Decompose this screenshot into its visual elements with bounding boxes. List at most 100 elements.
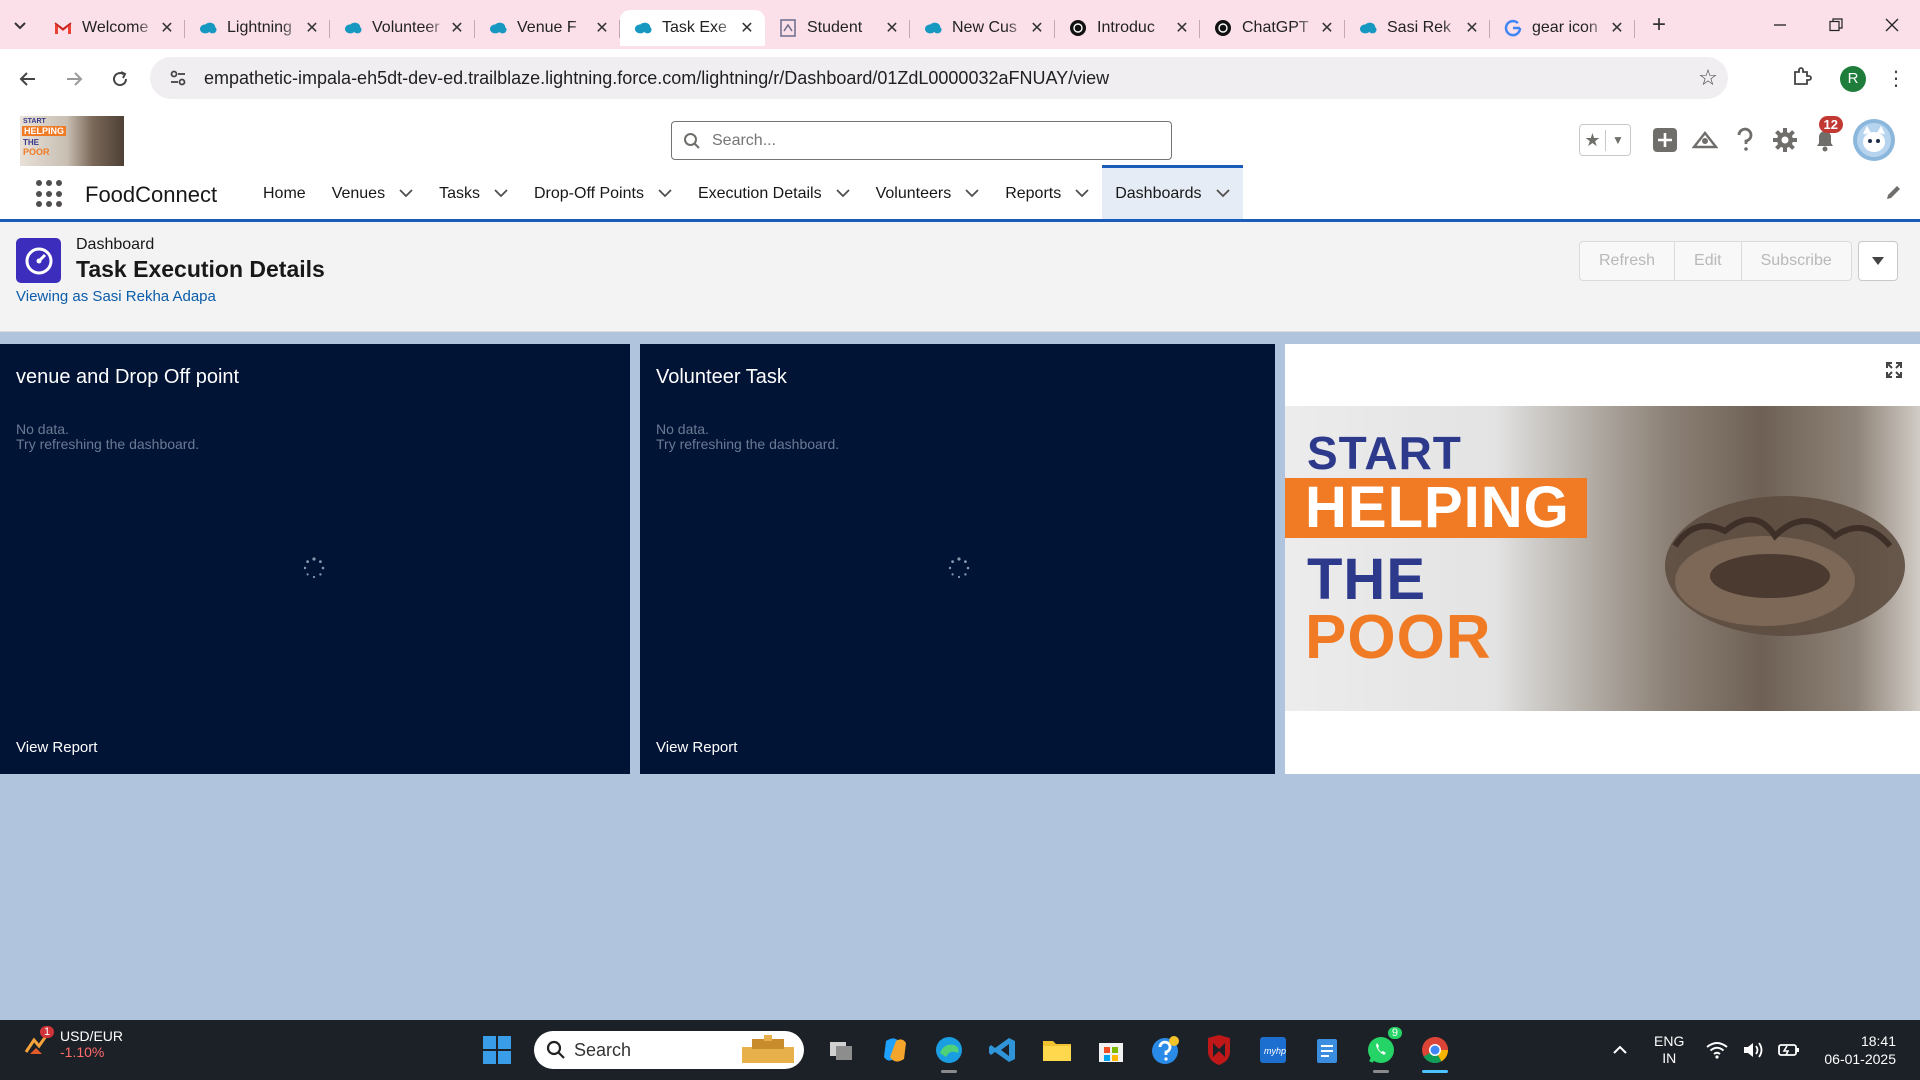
nav-item-dashboards[interactable]: Dashboards (1102, 165, 1243, 219)
vscode-button[interactable] (978, 1025, 1028, 1075)
new-tab-button[interactable]: + (1639, 11, 1679, 39)
close-tab-icon[interactable]: ✕ (449, 18, 465, 38)
close-tab-icon[interactable]: ✕ (1609, 18, 1625, 38)
start-button[interactable] (472, 1025, 522, 1075)
close-tab-icon[interactable]: ✕ (884, 18, 900, 38)
mcafee-button[interactable] (1194, 1025, 1244, 1075)
browser-tab[interactable]: Student ✕ (765, 10, 910, 46)
tab-search-button[interactable] (0, 0, 40, 49)
reload-button[interactable] (102, 61, 138, 97)
minimize-button[interactable] (1752, 0, 1808, 49)
task-view-button[interactable] (816, 1025, 866, 1075)
restore-button[interactable] (1808, 0, 1864, 49)
setup-button[interactable] (1765, 122, 1805, 158)
nav-item-venues[interactable]: Venues (319, 168, 426, 219)
favorites-button[interactable]: ★ ▼ (1579, 124, 1631, 156)
edge-button[interactable] (924, 1025, 974, 1075)
nav-item-drop-off-points[interactable]: Drop-Off Points (521, 168, 685, 219)
global-search[interactable] (671, 121, 1172, 160)
file-explorer-button[interactable] (1032, 1025, 1082, 1075)
chrome-button[interactable] (1410, 1025, 1460, 1075)
nav-item-label: Drop-Off Points (533, 184, 644, 202)
app-launcher-icon[interactable] (36, 180, 64, 208)
system-clock[interactable]: 18:41 06-01-2025 (1824, 1032, 1896, 1068)
input-language[interactable]: ENG IN (1654, 1033, 1684, 1067)
whatsapp-button[interactable]: 9 (1356, 1025, 1406, 1075)
edit-button[interactable]: Edit (1674, 241, 1742, 281)
chrome-icon (1422, 1037, 1449, 1064)
battery-icon[interactable] (1778, 1041, 1800, 1059)
browser-tab[interactable]: Welcome ✕ (40, 10, 185, 46)
viewing-as-link[interactable]: Viewing as Sasi Rekha Adapa (16, 288, 216, 305)
browser-tab[interactable]: Venue F ✕ (475, 10, 620, 46)
nav-item-reports[interactable]: Reports (992, 168, 1102, 219)
trailhead-button[interactable] (1685, 122, 1725, 158)
address-bar[interactable]: empathetic-impala-eh5dt-dev-ed.trailblaz… (150, 57, 1728, 99)
more-actions-button[interactable] (1857, 241, 1898, 281)
close-tab-icon[interactable]: ✕ (739, 18, 755, 38)
close-icon (1885, 18, 1899, 31)
nav-item-tasks[interactable]: Tasks (426, 168, 521, 219)
subscribe-button[interactable]: Subscribe (1740, 241, 1852, 281)
myhp-button[interactable]: myhp (1248, 1025, 1298, 1075)
forward-button[interactable] (56, 61, 92, 97)
view-report-link[interactable]: View Report (656, 739, 737, 756)
hidden-icons-button[interactable] (1612, 1045, 1628, 1055)
browser-tab-strip: Welcome ✕ Lightning ✕ Volunteer ✕ Venue F ✕ Task… (0, 0, 1920, 49)
taskbar-search[interactable]: Search (534, 1031, 804, 1069)
close-tab-icon[interactable]: ✕ (1464, 18, 1480, 38)
nav-item-execution-details[interactable]: Execution Details (685, 168, 863, 219)
browser-tab[interactable]: New Cus ✕ (910, 10, 1055, 46)
chevron-down-icon[interactable] (399, 189, 413, 198)
widgets-ticker[interactable]: 1 USD/EUR -1.10% (22, 1026, 123, 1060)
chevron-down-icon[interactable] (1215, 189, 1230, 198)
user-avatar[interactable] (1853, 119, 1895, 161)
star-icon[interactable]: ★ (1580, 129, 1606, 151)
chevron-down-icon[interactable] (965, 189, 979, 198)
widget-venue-dropoff: venue and Drop Off point No data. Try re… (0, 344, 630, 774)
bookmark-star-icon[interactable]: ☆ (1688, 65, 1728, 91)
chevron-down-icon[interactable] (658, 189, 672, 198)
refresh-button[interactable]: Refresh (1579, 241, 1676, 281)
close-tab-icon[interactable]: ✕ (304, 18, 320, 38)
chevron-down-icon[interactable] (835, 189, 850, 198)
close-window-button[interactable] (1864, 0, 1920, 49)
browser-tab[interactable]: ChatGPT ✕ (1200, 10, 1345, 46)
url-text[interactable]: empathetic-impala-eh5dt-dev-ed.trailblaz… (204, 68, 1688, 89)
close-tab-icon[interactable]: ✕ (159, 18, 175, 38)
microsoft-store-button[interactable] (1086, 1025, 1136, 1075)
extensions-icon[interactable] (1782, 65, 1822, 93)
browser-tab[interactable]: gear icon ✕ (1490, 10, 1635, 46)
close-tab-icon[interactable]: ✕ (1174, 18, 1190, 38)
browser-menu-icon[interactable]: ⋮ (1886, 66, 1906, 91)
browser-tab[interactable]: Task Exe ✕ (620, 9, 765, 46)
view-report-link[interactable]: View Report (16, 739, 97, 756)
close-tab-icon[interactable]: ✕ (1029, 18, 1045, 38)
browser-tab[interactable]: Introduc ✕ (1055, 10, 1200, 46)
notifications-button[interactable]: 12 (1805, 116, 1845, 158)
site-info-icon[interactable] (158, 68, 198, 88)
chevron-down-icon[interactable] (494, 189, 508, 198)
profile-avatar[interactable]: R (1840, 65, 1866, 92)
browser-tab[interactable]: Lightning ✕ (185, 10, 330, 46)
close-tab-icon[interactable]: ✕ (594, 18, 610, 38)
browser-tab[interactable]: Sasi Rek ✕ (1345, 10, 1490, 46)
get-help-button[interactable] (1140, 1025, 1190, 1075)
nav-item-volunteers[interactable]: Volunteers (863, 168, 993, 219)
volume-icon[interactable] (1742, 1041, 1764, 1059)
expand-icon[interactable] (1886, 362, 1902, 383)
copilot-button[interactable] (870, 1025, 920, 1075)
close-tab-icon[interactable]: ✕ (1319, 18, 1335, 38)
back-button[interactable] (10, 61, 46, 97)
notepad-button[interactable] (1302, 1025, 1352, 1075)
nav-item-home[interactable]: Home (250, 168, 319, 219)
help-button[interactable] (1725, 122, 1765, 158)
search-input[interactable] (712, 131, 1132, 150)
global-actions-button[interactable] (1645, 122, 1685, 158)
edit-nav-button[interactable] (1884, 184, 1902, 207)
chevron-down-icon[interactable] (1075, 189, 1089, 198)
org-logo[interactable]: START HELPING THE POOR (20, 116, 124, 166)
wifi-icon[interactable] (1706, 1041, 1728, 1059)
browser-tab[interactable]: Volunteer ✕ (330, 10, 475, 46)
favorites-menu-icon[interactable]: ▼ (1606, 133, 1630, 147)
